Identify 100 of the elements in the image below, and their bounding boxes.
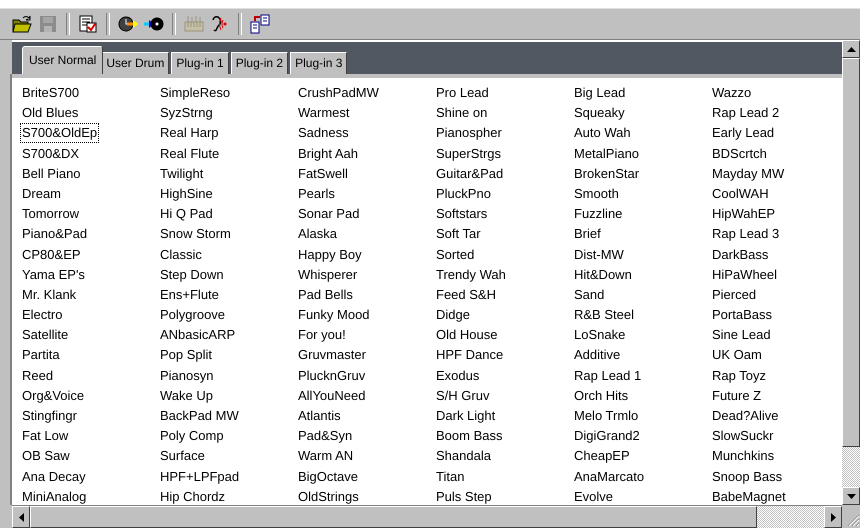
list-item[interactable]: Old House: [434, 325, 500, 346]
list-item[interactable]: Step Down: [158, 264, 226, 285]
list-item[interactable]: Rap Toyz: [710, 366, 768, 386]
list-item[interactable]: Additive: [572, 345, 622, 366]
list-item[interactable]: BDScrtch: [710, 144, 769, 164]
list-item[interactable]: Happy Boy: [296, 244, 364, 264]
list-item[interactable]: HPF Dance: [434, 345, 506, 366]
list-item[interactable]: Warmest: [296, 103, 352, 124]
list-item[interactable]: FatSwell: [296, 164, 350, 184]
list-item[interactable]: S700&OldEp: [20, 123, 100, 144]
list-item[interactable]: Warm AN: [296, 446, 356, 466]
list-item[interactable]: Fuzzline: [572, 204, 624, 224]
list-item[interactable]: HighSine: [158, 184, 215, 204]
list-item[interactable]: Fat Low: [20, 426, 70, 446]
list-item[interactable]: Ens+Flute: [158, 284, 221, 305]
list-item[interactable]: SuperStrgs: [434, 144, 504, 164]
tab[interactable]: Plug-in 1: [171, 52, 229, 74]
list-item[interactable]: BigOctave: [296, 466, 360, 487]
list-item[interactable]: Real Flute: [158, 144, 222, 164]
list-item[interactable]: Pearls: [296, 184, 337, 204]
list-item[interactable]: Twilight: [158, 164, 206, 184]
scroll-thumb[interactable]: [842, 58, 860, 447]
list-item[interactable]: Sonar Pad: [296, 204, 362, 224]
list-item[interactable]: R&B Steel: [572, 305, 636, 326]
list-item[interactable]: Pop Split: [158, 345, 214, 366]
list-item[interactable]: Evolve: [572, 486, 616, 505]
list-item[interactable]: Feed S&H: [434, 284, 498, 305]
list-item[interactable]: Mayday MW: [710, 164, 786, 184]
list-item[interactable]: Dist-MW: [572, 244, 626, 264]
list-item[interactable]: Smooth: [572, 184, 621, 204]
list-item[interactable]: Softstars: [434, 204, 490, 224]
list-item[interactable]: Hi Q Pad: [158, 204, 215, 224]
list-item[interactable]: Sorted: [434, 244, 476, 264]
list-item[interactable]: BackPad MW: [158, 406, 241, 426]
list-item[interactable]: Alaska: [296, 224, 340, 244]
list-item[interactable]: Orch Hits: [572, 386, 630, 406]
list-item[interactable]: DarkBass: [710, 244, 770, 264]
list-item[interactable]: Mr. Klank: [20, 284, 78, 305]
list-item[interactable]: Real Harp: [158, 123, 221, 144]
list-item[interactable]: Exodus: [434, 366, 482, 386]
list-item[interactable]: Yama EP's: [20, 264, 87, 285]
list-item[interactable]: Atlantis: [296, 406, 343, 426]
list-item[interactable]: Pad Bells: [296, 284, 355, 305]
list-item[interactable]: BriteS700: [20, 83, 82, 103]
list-item[interactable]: CP80&EP: [20, 244, 83, 264]
list-item[interactable]: Electro: [20, 305, 64, 326]
vertical-scrollbar[interactable]: [842, 40, 860, 505]
list-item[interactable]: Whisperer: [296, 264, 360, 285]
list-item[interactable]: S/H Gruv: [434, 386, 492, 406]
list-item[interactable]: Sand: [572, 284, 606, 305]
list-item[interactable]: Org&Voice: [20, 386, 86, 406]
list-item[interactable]: Bell Piano: [20, 164, 83, 184]
list-item[interactable]: Gruvmaster: [296, 345, 368, 366]
list-item[interactable]: HipWahEP: [710, 204, 778, 224]
list-item[interactable]: Piano&Pad: [20, 224, 90, 244]
list-item[interactable]: Partita: [20, 345, 62, 366]
list-item[interactable]: Rap Lead 1: [572, 366, 644, 386]
list-item[interactable]: Sadness: [296, 123, 351, 144]
list-item[interactable]: SlowSuckr: [710, 426, 776, 446]
list-item[interactable]: MetalPiano: [572, 144, 642, 164]
list-item[interactable]: LoSnake: [572, 325, 628, 346]
scroll-up-button[interactable]: [842, 40, 860, 58]
list-item[interactable]: PortaBass: [710, 305, 774, 326]
list-item[interactable]: Didge: [434, 305, 472, 326]
list-item[interactable]: Hip Chordz: [158, 486, 228, 505]
list-item[interactable]: Auto Wah: [572, 123, 633, 144]
tab[interactable]: Plug-in 3: [290, 52, 348, 74]
list-item[interactable]: Soft Tar: [434, 224, 483, 244]
list-item[interactable]: Polygroove: [158, 305, 228, 326]
document-arrow-icon[interactable]: [248, 12, 272, 36]
tab[interactable]: User Normal: [22, 46, 104, 74]
list-item[interactable]: Dead?Alive: [710, 406, 780, 426]
list-item[interactable]: CoolWAH: [710, 184, 771, 204]
list-item[interactable]: BabeMagnet: [710, 486, 788, 505]
tab[interactable]: Plug-in 2: [230, 52, 288, 74]
list-item[interactable]: OldStrings: [296, 486, 361, 505]
list-item[interactable]: Satellite: [20, 325, 70, 346]
list-item[interactable]: Wazzo: [710, 83, 754, 103]
scroll-down-button[interactable]: [842, 487, 860, 505]
list-item[interactable]: Pianospher: [434, 123, 504, 144]
tab[interactable]: User Drum: [101, 52, 170, 74]
list-item[interactable]: Stingfingr: [20, 406, 79, 426]
list-item[interactable]: Wake Up: [158, 386, 215, 406]
list-item[interactable]: Big Lead: [572, 83, 628, 103]
list-item[interactable]: Pierced: [710, 284, 758, 305]
list-item[interactable]: DigiGrand2: [572, 426, 642, 446]
list-item[interactable]: Boom Bass: [434, 426, 504, 446]
list-item[interactable]: S700&DX: [20, 144, 82, 164]
list-item[interactable]: Reed: [20, 366, 56, 386]
list-item[interactable]: PlucknGruv: [296, 366, 368, 386]
list-item[interactable]: Shine on: [434, 103, 490, 124]
list-item[interactable]: Hit&Down: [572, 264, 634, 285]
list-item[interactable]: Sine Lead: [710, 325, 773, 346]
list-item[interactable]: Bright Aah: [296, 144, 360, 164]
list-item[interactable]: Pro Lead: [434, 83, 491, 103]
list-item[interactable]: Pianosyn: [158, 366, 216, 386]
list-item[interactable]: UK Oam: [710, 345, 764, 366]
list-item[interactable]: AnaMarcato: [572, 466, 646, 487]
list-item[interactable]: Future Z: [710, 386, 764, 406]
list-item[interactable]: Early Lead: [710, 123, 776, 144]
